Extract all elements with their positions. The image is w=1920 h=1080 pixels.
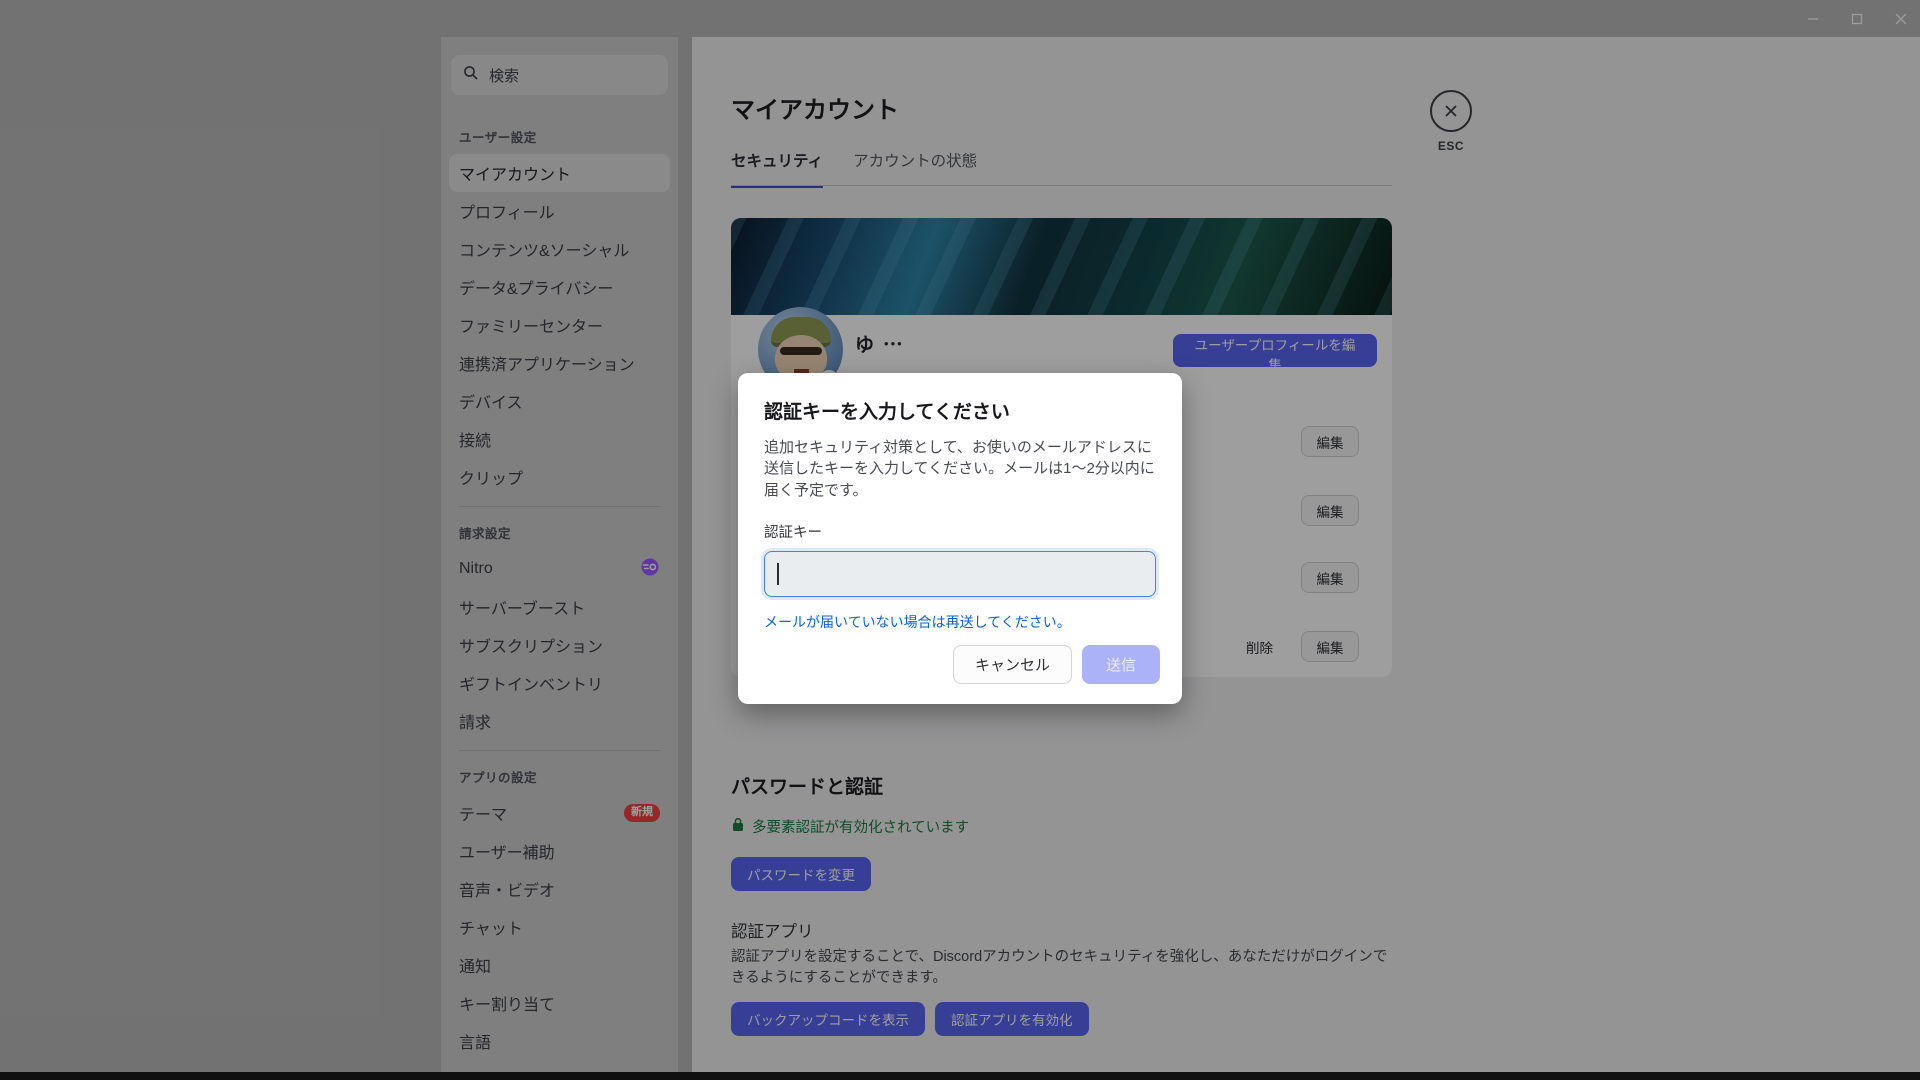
verification-key-input[interactable] <box>764 551 1156 597</box>
submit-button[interactable]: 送信 <box>1082 645 1160 684</box>
dialog-body: 追加セキュリティ対策として、お使いのメールアドレスに送信したキーを入力してくださ… <box>764 437 1156 501</box>
verification-key-dialog: 認証キーを入力してください 追加セキュリティ対策として、お使いのメールアドレスに… <box>738 373 1182 704</box>
discord-settings-window: 検索 ユーザー設定マイアカウントプロフィールコンテンツ&ソーシャルデータ&プライ… <box>0 0 1920 1080</box>
verification-key-label: 認証キー <box>764 521 1156 542</box>
resend-email-link[interactable]: メールが届いていない場合は再送してください。 <box>764 612 1156 632</box>
text-caret <box>777 563 779 585</box>
cancel-button[interactable]: キャンセル <box>953 645 1072 684</box>
dialog-title: 認証キーを入力してください <box>764 397 1156 424</box>
dialog-footer: キャンセル 送信 <box>953 645 1160 684</box>
